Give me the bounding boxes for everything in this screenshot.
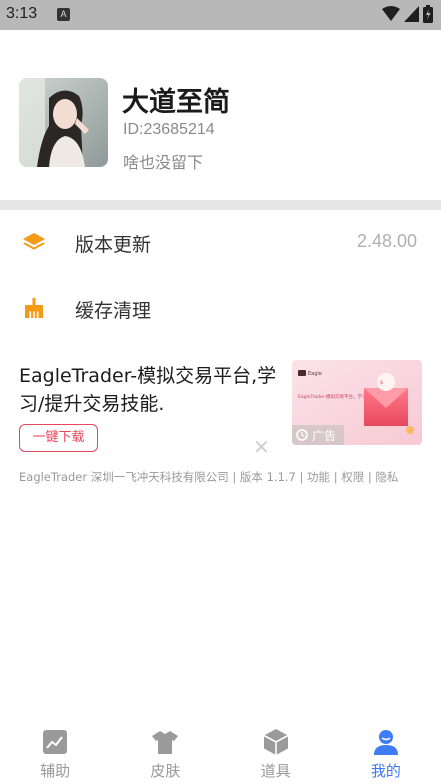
broom-icon bbox=[25, 298, 43, 318]
ad-badge: 广告 bbox=[312, 429, 336, 443]
ad-image[interactable]: Eagle EagleTrader-模拟交易平台，学习/提升交易技能。 $ 广告 bbox=[292, 360, 422, 445]
ad-close-icon[interactable]: ✕ bbox=[253, 435, 270, 459]
signal-icon bbox=[404, 6, 419, 22]
status-icons bbox=[382, 5, 433, 23]
user-icon bbox=[373, 730, 398, 755]
profile-nickname: 大道至简 bbox=[122, 87, 230, 118]
profile-user-id: ID:23685214 bbox=[123, 121, 215, 138]
section-divider bbox=[0, 200, 441, 210]
battery-icon bbox=[423, 5, 433, 23]
chart-icon bbox=[43, 730, 68, 754]
ad-footer: EagleTrader 深圳一飞冲天科技有限公司 | 版本 1.1.7 | 功能… bbox=[19, 470, 399, 484]
app-notification-icon: A bbox=[57, 8, 70, 21]
tab-label: 我的 bbox=[370, 762, 401, 780]
shirt-icon bbox=[152, 731, 179, 754]
status-time: 3:13 bbox=[6, 5, 38, 22]
menu-item-label: 缓存清理 bbox=[75, 300, 152, 322]
layers-icon bbox=[23, 233, 45, 250]
menu-item-clear-cache[interactable]: 缓存清理 bbox=[0, 276, 441, 340]
avatar-image bbox=[19, 78, 108, 167]
avatar[interactable] bbox=[19, 78, 108, 167]
version-value: 2.48.00 bbox=[356, 231, 417, 251]
menu-item-label: 版本更新 bbox=[75, 234, 152, 256]
tab-assist[interactable]: 辅助 bbox=[0, 724, 110, 784]
svg-text:$: $ bbox=[380, 380, 383, 386]
menu-item-version-update[interactable]: 版本更新 2.48.00 bbox=[0, 210, 441, 274]
tab-label: 皮肤 bbox=[150, 762, 181, 780]
profile-signature: 啥也没留下 bbox=[123, 153, 204, 172]
ad-download-button[interactable]: 一键下载 bbox=[19, 424, 98, 452]
svg-text:Eagle: Eagle bbox=[308, 371, 322, 377]
box-icon bbox=[263, 729, 289, 755]
tab-props[interactable]: 道具 bbox=[221, 724, 331, 784]
ad-card[interactable]: EagleTrader-模拟交易平台,学习/提升交易技能. 一键下载 Eagle… bbox=[0, 352, 441, 492]
tab-label: 辅助 bbox=[40, 762, 71, 780]
profile-header: 大道至简 ID:23685214 啥也没留下 bbox=[0, 30, 441, 200]
ad-title: EagleTrader-模拟交易平台,学习/提升交易技能. bbox=[19, 365, 277, 415]
tab-label: 道具 bbox=[260, 762, 291, 780]
tab-mine[interactable]: 我的 bbox=[331, 724, 441, 784]
tab-skin[interactable]: 皮肤 bbox=[110, 724, 220, 784]
bottom-tab-bar: 辅助 皮肤 道具 我的 bbox=[0, 724, 441, 784]
ad-banner-graphic: Eagle EagleTrader-模拟交易平台，学习/提升交易技能。 $ 广告 bbox=[292, 360, 422, 445]
wifi-icon bbox=[382, 6, 400, 21]
status-bar: 3:13 A bbox=[0, 0, 441, 30]
